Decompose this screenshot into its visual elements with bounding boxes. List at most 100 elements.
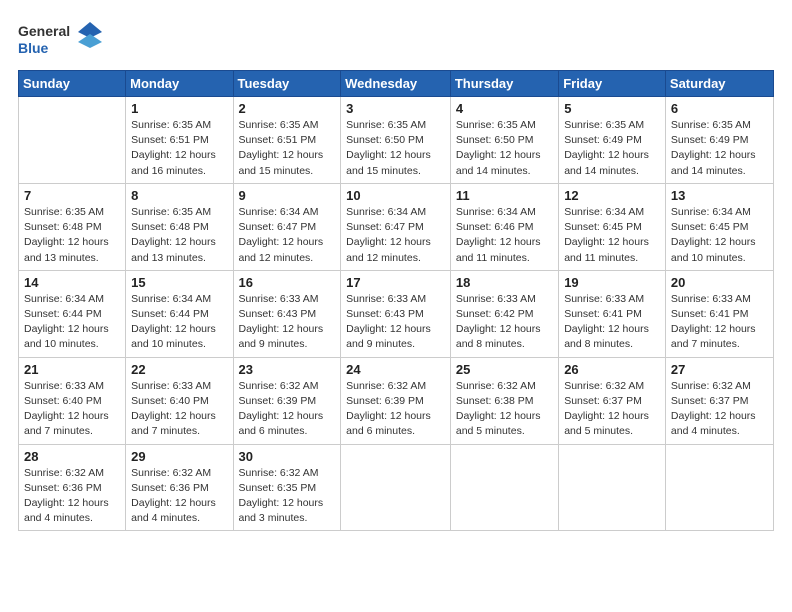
calendar-cell: 2Sunrise: 6:35 AMSunset: 6:51 PMDaylight… bbox=[233, 97, 341, 184]
day-number: 21 bbox=[24, 362, 120, 377]
day-info: Sunrise: 6:33 AMSunset: 6:41 PMDaylight:… bbox=[671, 292, 768, 353]
calendar-cell: 24Sunrise: 6:32 AMSunset: 6:39 PMDayligh… bbox=[341, 357, 451, 444]
day-number: 23 bbox=[239, 362, 336, 377]
calendar-cell: 7 Sunrise: 6:35 AMSunset: 6:48 PMDaylight… bbox=[19, 183, 126, 270]
day-number: 15 bbox=[131, 275, 227, 290]
day-number: 7 bbox=[24, 188, 120, 203]
day-info: Sunrise: 6:35 AMSunset: 6:51 PMDaylight:… bbox=[131, 118, 227, 179]
day-number: 28 bbox=[24, 449, 120, 464]
day-info: Sunrise: 6:33 AMSunset: 6:43 PMDaylight:… bbox=[239, 292, 336, 353]
calendar-cell: 25 Sunrise: 6:32 AMSunset: 6:38 PMDayligh… bbox=[450, 357, 558, 444]
calendar-cell bbox=[559, 444, 666, 531]
day-number: 26 bbox=[564, 362, 660, 377]
day-number: 20 bbox=[671, 275, 768, 290]
day-number: 16 bbox=[239, 275, 336, 290]
svg-text:Blue: Blue bbox=[18, 40, 49, 56]
day-info: Sunrise: 6:34 AMSunset: 6:45 PMDaylight:… bbox=[564, 205, 660, 266]
day-number: 22 bbox=[131, 362, 227, 377]
calendar-cell: 28 Sunrise: 6:32 AMSunset: 6:36 PMDayligh… bbox=[19, 444, 126, 531]
day-number: 2 bbox=[239, 101, 336, 116]
logo: GeneralBlue bbox=[18, 18, 108, 60]
day-of-week-header: Monday bbox=[126, 71, 233, 97]
calendar-cell: 12Sunrise: 6:34 AMSunset: 6:45 PMDayligh… bbox=[559, 183, 666, 270]
calendar-cell: 17 Sunrise: 6:33 AMSunset: 6:43 PMDayligh… bbox=[341, 270, 451, 357]
calendar-cell: 19Sunrise: 6:33 AMSunset: 6:41 PMDayligh… bbox=[559, 270, 666, 357]
day-of-week-header: Saturday bbox=[665, 71, 773, 97]
day-info: Sunrise: 6:33 AMSunset: 6:43 PMDaylight:… bbox=[346, 292, 445, 353]
day-info: Sunrise: 6:34 AMSunset: 6:44 PMDaylight:… bbox=[131, 292, 227, 353]
day-number: 8 bbox=[131, 188, 227, 203]
day-info: Sunrise: 6:35 AMSunset: 6:48 PMDaylight:… bbox=[131, 205, 227, 266]
calendar-cell: 20 Sunrise: 6:33 AMSunset: 6:41 PMDayligh… bbox=[665, 270, 773, 357]
day-of-week-header: Thursday bbox=[450, 71, 558, 97]
calendar-cell: 30Sunrise: 6:32 AMSunset: 6:35 PMDayligh… bbox=[233, 444, 341, 531]
calendar-cell: 14 Sunrise: 6:34 AMSunset: 6:44 PMDayligh… bbox=[19, 270, 126, 357]
calendar-table: SundayMondayTuesdayWednesdayThursdayFrid… bbox=[18, 70, 774, 531]
calendar-body: 1 Sunrise: 6:35 AMSunset: 6:51 PMDaylight… bbox=[19, 97, 774, 531]
day-number: 3 bbox=[346, 101, 445, 116]
page: GeneralBlue SundayMondayTuesdayWednesday… bbox=[0, 0, 792, 612]
calendar-cell bbox=[665, 444, 773, 531]
day-info: Sunrise: 6:34 AMSunset: 6:44 PMDaylight:… bbox=[24, 292, 120, 353]
day-info: Sunrise: 6:35 AMSunset: 6:50 PMDaylight:… bbox=[346, 118, 445, 179]
calendar-header: SundayMondayTuesdayWednesdayThursdayFrid… bbox=[19, 71, 774, 97]
day-number: 19 bbox=[564, 275, 660, 290]
day-of-week-header: Wednesday bbox=[341, 71, 451, 97]
week-row: 21 Sunrise: 6:33 AMSunset: 6:40 PMDayligh… bbox=[19, 357, 774, 444]
calendar-cell: 26 Sunrise: 6:32 AMSunset: 6:37 PMDayligh… bbox=[559, 357, 666, 444]
day-info: Sunrise: 6:35 AMSunset: 6:48 PMDaylight:… bbox=[24, 205, 120, 266]
calendar-cell: 13 Sunrise: 6:34 AMSunset: 6:45 PMDayligh… bbox=[665, 183, 773, 270]
calendar-cell: 11Sunrise: 6:34 AMSunset: 6:46 PMDayligh… bbox=[450, 183, 558, 270]
calendar-cell bbox=[341, 444, 451, 531]
day-info: Sunrise: 6:35 AMSunset: 6:49 PMDaylight:… bbox=[564, 118, 660, 179]
day-number: 5 bbox=[564, 101, 660, 116]
day-number: 1 bbox=[131, 101, 227, 116]
day-info: Sunrise: 6:32 AMSunset: 6:37 PMDaylight:… bbox=[671, 379, 768, 440]
day-info: Sunrise: 6:32 AMSunset: 6:37 PMDaylight:… bbox=[564, 379, 660, 440]
day-info: Sunrise: 6:32 AMSunset: 6:36 PMDaylight:… bbox=[131, 466, 227, 527]
day-info: Sunrise: 6:34 AMSunset: 6:46 PMDaylight:… bbox=[456, 205, 553, 266]
day-number: 13 bbox=[671, 188, 768, 203]
day-info: Sunrise: 6:35 AMSunset: 6:49 PMDaylight:… bbox=[671, 118, 768, 179]
calendar-cell: 29Sunrise: 6:32 AMSunset: 6:36 PMDayligh… bbox=[126, 444, 233, 531]
calendar-cell: 21 Sunrise: 6:33 AMSunset: 6:40 PMDayligh… bbox=[19, 357, 126, 444]
calendar-cell: 6Sunrise: 6:35 AMSunset: 6:49 PMDaylight… bbox=[665, 97, 773, 184]
day-info: Sunrise: 6:32 AMSunset: 6:36 PMDaylight:… bbox=[24, 466, 120, 527]
generalblue-logo-icon: GeneralBlue bbox=[18, 18, 108, 60]
day-info: Sunrise: 6:33 AMSunset: 6:42 PMDaylight:… bbox=[456, 292, 553, 353]
day-number: 4 bbox=[456, 101, 553, 116]
week-row: 1 Sunrise: 6:35 AMSunset: 6:51 PMDaylight… bbox=[19, 97, 774, 184]
day-info: Sunrise: 6:33 AMSunset: 6:40 PMDaylight:… bbox=[131, 379, 227, 440]
week-row: 28 Sunrise: 6:32 AMSunset: 6:36 PMDayligh… bbox=[19, 444, 774, 531]
calendar-cell bbox=[450, 444, 558, 531]
calendar-cell: 16 Sunrise: 6:33 AMSunset: 6:43 PMDayligh… bbox=[233, 270, 341, 357]
days-of-week-row: SundayMondayTuesdayWednesdayThursdayFrid… bbox=[19, 71, 774, 97]
svg-text:General: General bbox=[18, 23, 70, 39]
week-row: 7 Sunrise: 6:35 AMSunset: 6:48 PMDaylight… bbox=[19, 183, 774, 270]
header: GeneralBlue bbox=[18, 18, 774, 60]
day-info: Sunrise: 6:32 AMSunset: 6:39 PMDaylight:… bbox=[239, 379, 336, 440]
calendar-cell: 9 Sunrise: 6:34 AMSunset: 6:47 PMDaylight… bbox=[233, 183, 341, 270]
day-info: Sunrise: 6:34 AMSunset: 6:47 PMDaylight:… bbox=[239, 205, 336, 266]
calendar-cell: 3 Sunrise: 6:35 AMSunset: 6:50 PMDaylight… bbox=[341, 97, 451, 184]
calendar-cell: 10 Sunrise: 6:34 AMSunset: 6:47 PMDayligh… bbox=[341, 183, 451, 270]
day-info: Sunrise: 6:35 AMSunset: 6:50 PMDaylight:… bbox=[456, 118, 553, 179]
day-info: Sunrise: 6:33 AMSunset: 6:40 PMDaylight:… bbox=[24, 379, 120, 440]
day-number: 30 bbox=[239, 449, 336, 464]
day-number: 14 bbox=[24, 275, 120, 290]
calendar-cell: 1 Sunrise: 6:35 AMSunset: 6:51 PMDaylight… bbox=[126, 97, 233, 184]
day-info: Sunrise: 6:32 AMSunset: 6:38 PMDaylight:… bbox=[456, 379, 553, 440]
calendar-cell: 23 Sunrise: 6:32 AMSunset: 6:39 PMDayligh… bbox=[233, 357, 341, 444]
day-number: 17 bbox=[346, 275, 445, 290]
calendar-cell: 18 Sunrise: 6:33 AMSunset: 6:42 PMDayligh… bbox=[450, 270, 558, 357]
day-number: 18 bbox=[456, 275, 553, 290]
calendar-cell: 27Sunrise: 6:32 AMSunset: 6:37 PMDayligh… bbox=[665, 357, 773, 444]
day-info: Sunrise: 6:34 AMSunset: 6:45 PMDaylight:… bbox=[671, 205, 768, 266]
calendar-cell: 15 Sunrise: 6:34 AMSunset: 6:44 PMDayligh… bbox=[126, 270, 233, 357]
calendar-cell bbox=[19, 97, 126, 184]
day-number: 25 bbox=[456, 362, 553, 377]
day-info: Sunrise: 6:34 AMSunset: 6:47 PMDaylight:… bbox=[346, 205, 445, 266]
calendar-cell: 22 Sunrise: 6:33 AMSunset: 6:40 PMDayligh… bbox=[126, 357, 233, 444]
day-number: 10 bbox=[346, 188, 445, 203]
day-number: 9 bbox=[239, 188, 336, 203]
